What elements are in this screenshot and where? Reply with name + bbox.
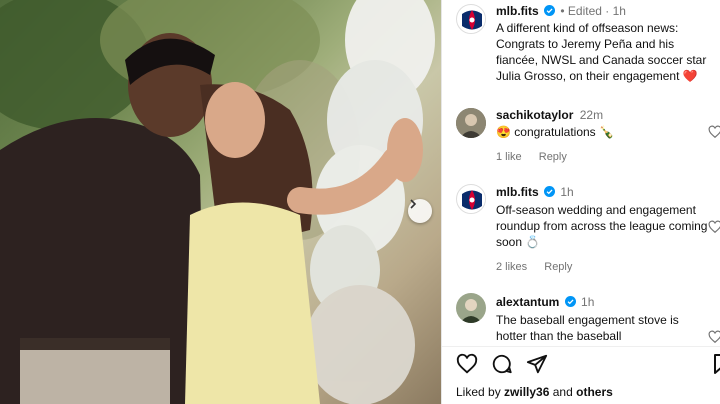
carousel-next-button[interactable] <box>408 199 432 223</box>
comment-header: sachikotaylor 22m <box>496 108 603 122</box>
comment-likes[interactable]: 2 likes <box>496 261 527 273</box>
edited-label: Edited <box>567 4 602 18</box>
comment-actions: 1 like Reply <box>496 151 581 163</box>
reply-button[interactable]: Reply <box>544 261 572 273</box>
heart-icon[interactable] <box>708 125 720 139</box>
share-icon[interactable] <box>526 353 548 375</box>
liked-by-and: and <box>552 385 573 399</box>
comment-time: 1h <box>560 185 574 199</box>
liked-by-others[interactable]: others <box>576 385 613 399</box>
comment-icon[interactable] <box>491 353 513 375</box>
post-photo[interactable] <box>0 0 441 404</box>
post-caption: A different kind of offseason news: Cong… <box>496 21 707 83</box>
post-time[interactable]: 1h <box>613 4 626 18</box>
user-avatar-icon <box>456 108 486 138</box>
heart-icon[interactable] <box>708 330 720 344</box>
separator-dot: • <box>560 4 565 18</box>
verified-icon <box>564 296 576 307</box>
avatar[interactable] <box>456 108 486 138</box>
liked-by-user[interactable]: zwilly36 <box>504 385 549 399</box>
heart-icon[interactable] <box>708 220 720 234</box>
post-author[interactable]: mlb.fits <box>496 4 539 18</box>
avatar[interactable] <box>456 184 486 214</box>
mlb-logo-icon <box>458 6 485 33</box>
comment-text: The baseball engagement stove is hotter … <box>496 313 679 343</box>
chevron-right-icon <box>410 199 417 209</box>
bookmark-icon[interactable] <box>713 353 720 375</box>
reply-button[interactable]: Reply <box>539 151 567 163</box>
comment-text: 😍 congratulations 🍾 <box>496 125 614 139</box>
comment-time: 1h <box>581 295 595 309</box>
comment-user[interactable]: sachikotaylor <box>496 108 573 122</box>
comment-user[interactable]: mlb.fits <box>496 185 539 199</box>
comment-header: mlb.fits 1h <box>496 185 574 199</box>
comment-text: Off-season wedding and engagement roundu… <box>496 203 708 249</box>
separator-dot: · <box>605 4 610 18</box>
avatar[interactable] <box>456 293 486 323</box>
caption-header: mlb.fits • Edited · 1h <box>496 4 626 18</box>
comments-panel: mlb.fits • Edited · 1h A different kind … <box>441 0 720 404</box>
post-action-bar <box>456 353 548 375</box>
verified-icon <box>544 5 556 16</box>
avatar[interactable] <box>456 4 486 34</box>
divider <box>442 346 720 347</box>
liked-by-prefix: Liked by <box>456 385 501 399</box>
verified-icon <box>544 186 556 197</box>
comment-likes[interactable]: 1 like <box>496 151 522 163</box>
comment-user[interactable]: alextantum <box>496 295 559 309</box>
user-avatar-icon <box>456 293 486 323</box>
comment-header: alextantum 1h <box>496 295 594 309</box>
liked-by-text: Liked by zwilly36 and others <box>456 385 613 399</box>
engagement-photo-illustration <box>0 0 435 404</box>
mlb-logo-icon <box>458 186 485 213</box>
comment-time: 22m <box>579 108 604 122</box>
comment-actions: 2 likes Reply <box>496 261 586 273</box>
heart-icon[interactable] <box>456 353 478 375</box>
